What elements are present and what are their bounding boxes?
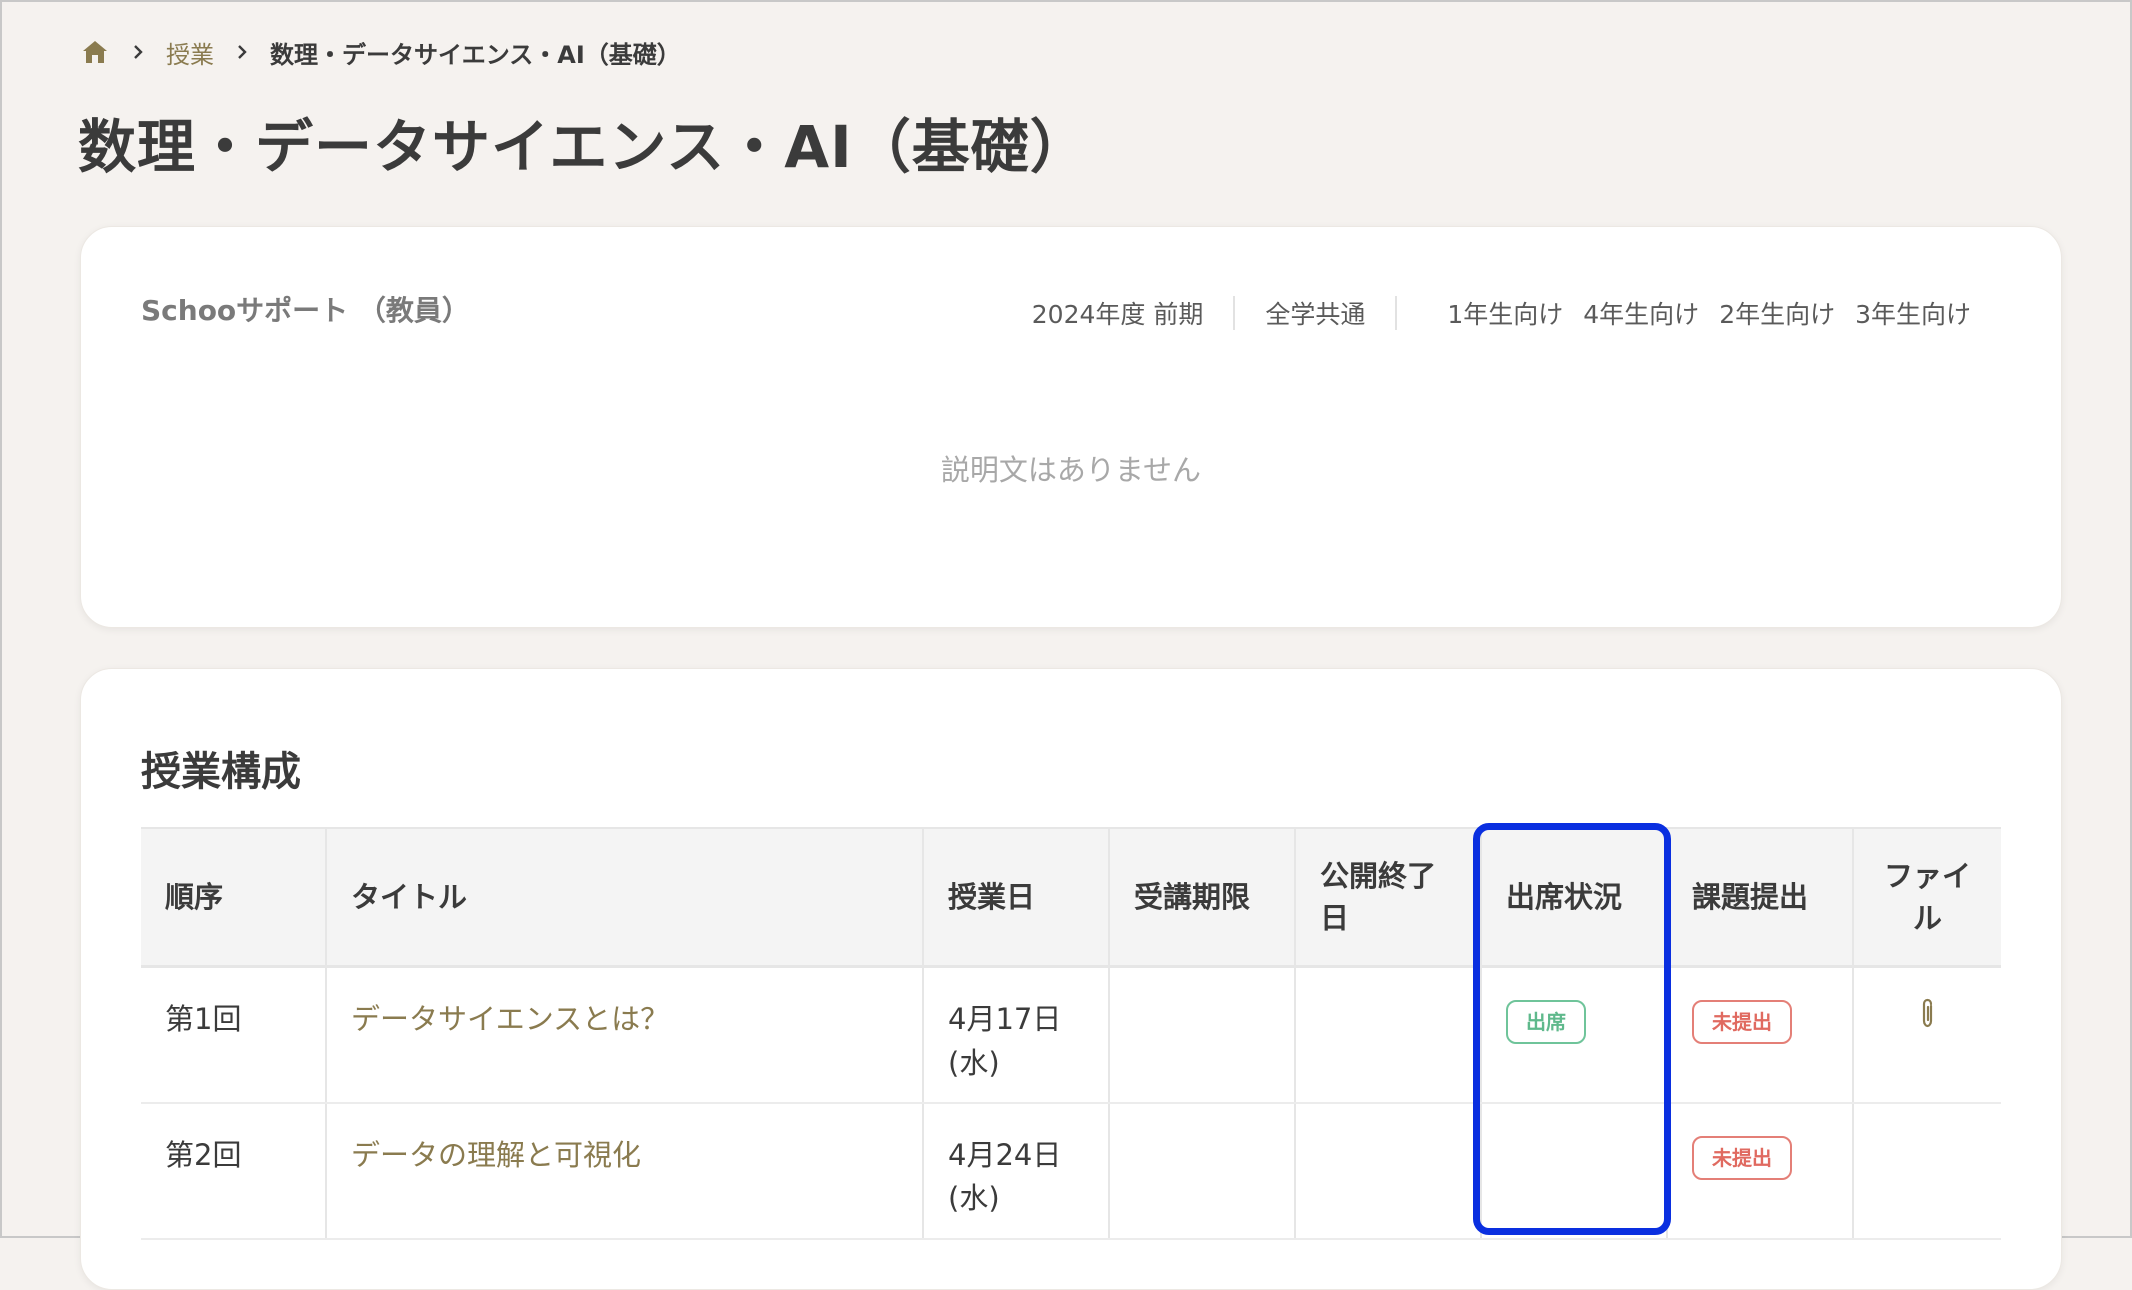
lesson-date-day: 4月24日 — [948, 1137, 1062, 1172]
lesson-attendance — [1481, 1102, 1668, 1240]
lesson-file — [1853, 1102, 2001, 1240]
lesson-date-weekday: (水) — [948, 1045, 1000, 1080]
description-placeholder: 説明文はありません — [940, 453, 1202, 487]
course-provider: Schooサポート （教員） — [141, 294, 470, 327]
chevron-right-icon — [236, 44, 248, 60]
grade-tag: 1年生向け — [1447, 300, 1564, 329]
grade-tag: 4年生向け — [1583, 300, 1700, 329]
lesson-date: 4月17日 (水) — [923, 966, 1110, 1104]
lesson-order: 第2回 — [141, 1102, 327, 1240]
lesson-title-cell: データの理解と可視化 — [326, 1102, 924, 1240]
table-row: 第1回 データサイエンスとは？ 4月17日 (水) 出席 未提出 — [141, 966, 2001, 1104]
column-header-deadline: 受講期限 — [1109, 827, 1296, 968]
assignment-status-badge: 未提出 — [1692, 1135, 1792, 1180]
lessons-table: 順序 タイトル 授業日 受講期限 公開終了日 出席状況 課題提出 ファイル 第1… — [141, 827, 2001, 1240]
section-title: 授業構成 — [141, 749, 301, 795]
course-scope: 全学共通 — [1265, 300, 1366, 329]
lesson-date-day: 4月17日 — [948, 1002, 1062, 1036]
column-header-title: タイトル — [326, 827, 924, 968]
breadcrumb-current: 数理・データサイエンス・AI（基礎） — [270, 40, 681, 69]
attendance-badge: 出席 — [1506, 1000, 1586, 1044]
column-header-publish-end: 公開終了日 — [1295, 827, 1482, 968]
lesson-order: 第1回 — [141, 966, 327, 1104]
table-header-row: 順序 タイトル 授業日 受講期限 公開終了日 出席状況 課題提出 ファイル — [141, 827, 2001, 968]
lesson-publish-end — [1295, 966, 1482, 1104]
grade-tag: 3年生向け — [1855, 300, 1971, 329]
home-icon[interactable] — [80, 37, 110, 67]
course-structure-card: 授業構成 順序 タイトル 授業日 受講期限 公開終了日 出席状況 課題提出 ファ… — [80, 668, 2062, 1290]
course-info-card: Schooサポート （教員） 2024年度 前期 全学共通 1年生向け 4年生向… — [80, 226, 2062, 628]
lesson-file — [1853, 966, 2001, 1104]
table-row: 第2回 データの理解と可視化 4月24日 (水) 未提出 — [141, 1102, 2001, 1240]
lesson-deadline — [1109, 966, 1296, 1104]
column-header-attendance: 出席状況 — [1481, 827, 1668, 968]
assignment-status-badge: 未提出 — [1692, 1000, 1792, 1044]
lesson-attendance: 出席 — [1481, 966, 1668, 1104]
grade-tag: 2年生向け — [1719, 300, 1836, 329]
meta-divider — [1395, 296, 1398, 330]
lesson-date: 4月24日 (水) — [923, 1102, 1110, 1240]
lesson-title-link[interactable]: データサイエンスとは？ — [351, 1002, 669, 1036]
column-header-file: ファイル — [1853, 827, 2001, 968]
page-title: 数理・データサイエンス・AI（基礎） — [78, 113, 1089, 181]
lesson-date-weekday: (水) — [948, 1181, 1000, 1215]
column-header-order: 順序 — [141, 827, 327, 968]
chevron-right-icon — [132, 44, 144, 60]
lesson-assignment: 未提出 — [1667, 1102, 1854, 1240]
meta-divider — [1233, 296, 1236, 330]
lesson-assignment: 未提出 — [1667, 966, 1854, 1104]
breadcrumb-link-lessons[interactable]: 授業 — [166, 35, 214, 70]
lesson-title-link[interactable]: データの理解と可視化 — [351, 1138, 641, 1172]
lesson-title-cell: データサイエンスとは？ — [326, 966, 924, 1104]
lesson-deadline — [1109, 1102, 1296, 1240]
paperclip-icon[interactable] — [1919, 998, 1937, 1043]
course-term: 2024年度 前期 — [1031, 300, 1204, 329]
breadcrumb: 授業 数理・データサイエンス・AI（基礎） — [80, 34, 681, 70]
column-header-assignment: 課題提出 — [1667, 827, 1854, 968]
column-header-date: 授業日 — [923, 827, 1110, 968]
lesson-publish-end — [1295, 1102, 1482, 1240]
course-meta: 2024年度 前期 全学共通 1年生向け 4年生向け 2年生向け 3年生向け — [1032, 295, 1971, 331]
